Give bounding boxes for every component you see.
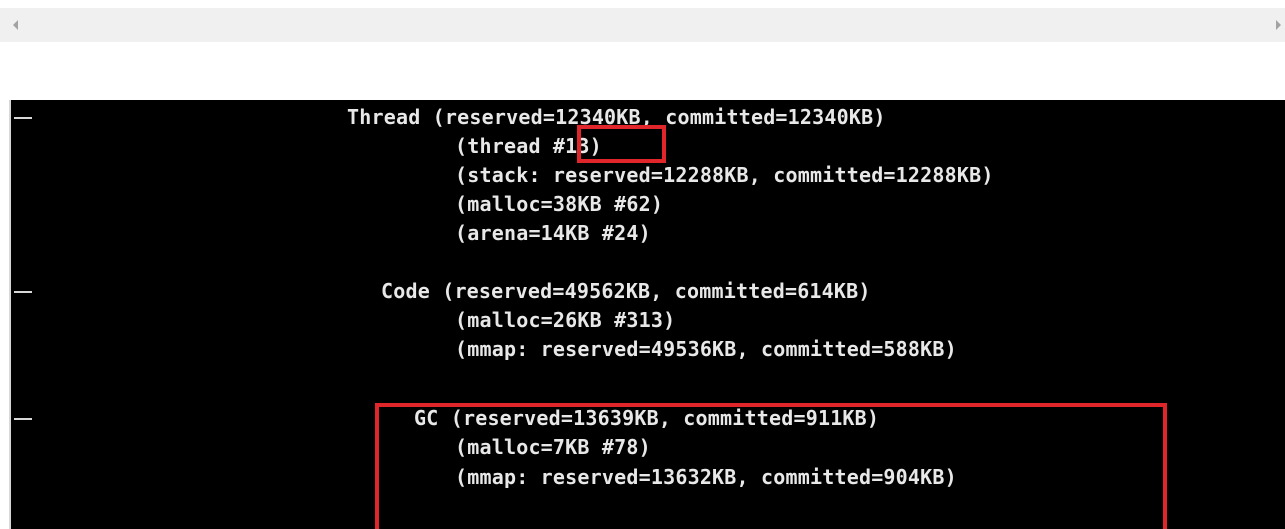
tree-branch-code: [14, 291, 32, 293]
tree-branch-gc: [14, 418, 32, 420]
tree-guide-line: [9, 100, 11, 529]
scroll-right-icon[interactable]: [1276, 20, 1281, 30]
thread-malloc-line: (malloc=38KB #62): [455, 192, 664, 216]
scroll-left-icon[interactable]: [13, 20, 18, 30]
thread-count-highlight: [577, 125, 666, 163]
console-output: Thread (reserved=12340KB, committed=1234…: [9, 100, 1285, 529]
thread-arena-line: (arena=14KB #24): [455, 221, 651, 245]
code-summary-line: Code (reserved=49562KB, committed=614KB): [381, 279, 871, 303]
code-malloc-line: (malloc=26KB #313): [455, 308, 676, 332]
code-mmap-line: (mmap: reserved=49536KB, committed=588KB…: [455, 337, 957, 361]
thread-stack-line: (stack: reserved=12288KB, committed=1228…: [455, 163, 994, 187]
gc-section-highlight: [375, 403, 1167, 529]
horizontal-scrollbar[interactable]: [0, 8, 1285, 42]
tree-branch-thread: [14, 117, 32, 119]
